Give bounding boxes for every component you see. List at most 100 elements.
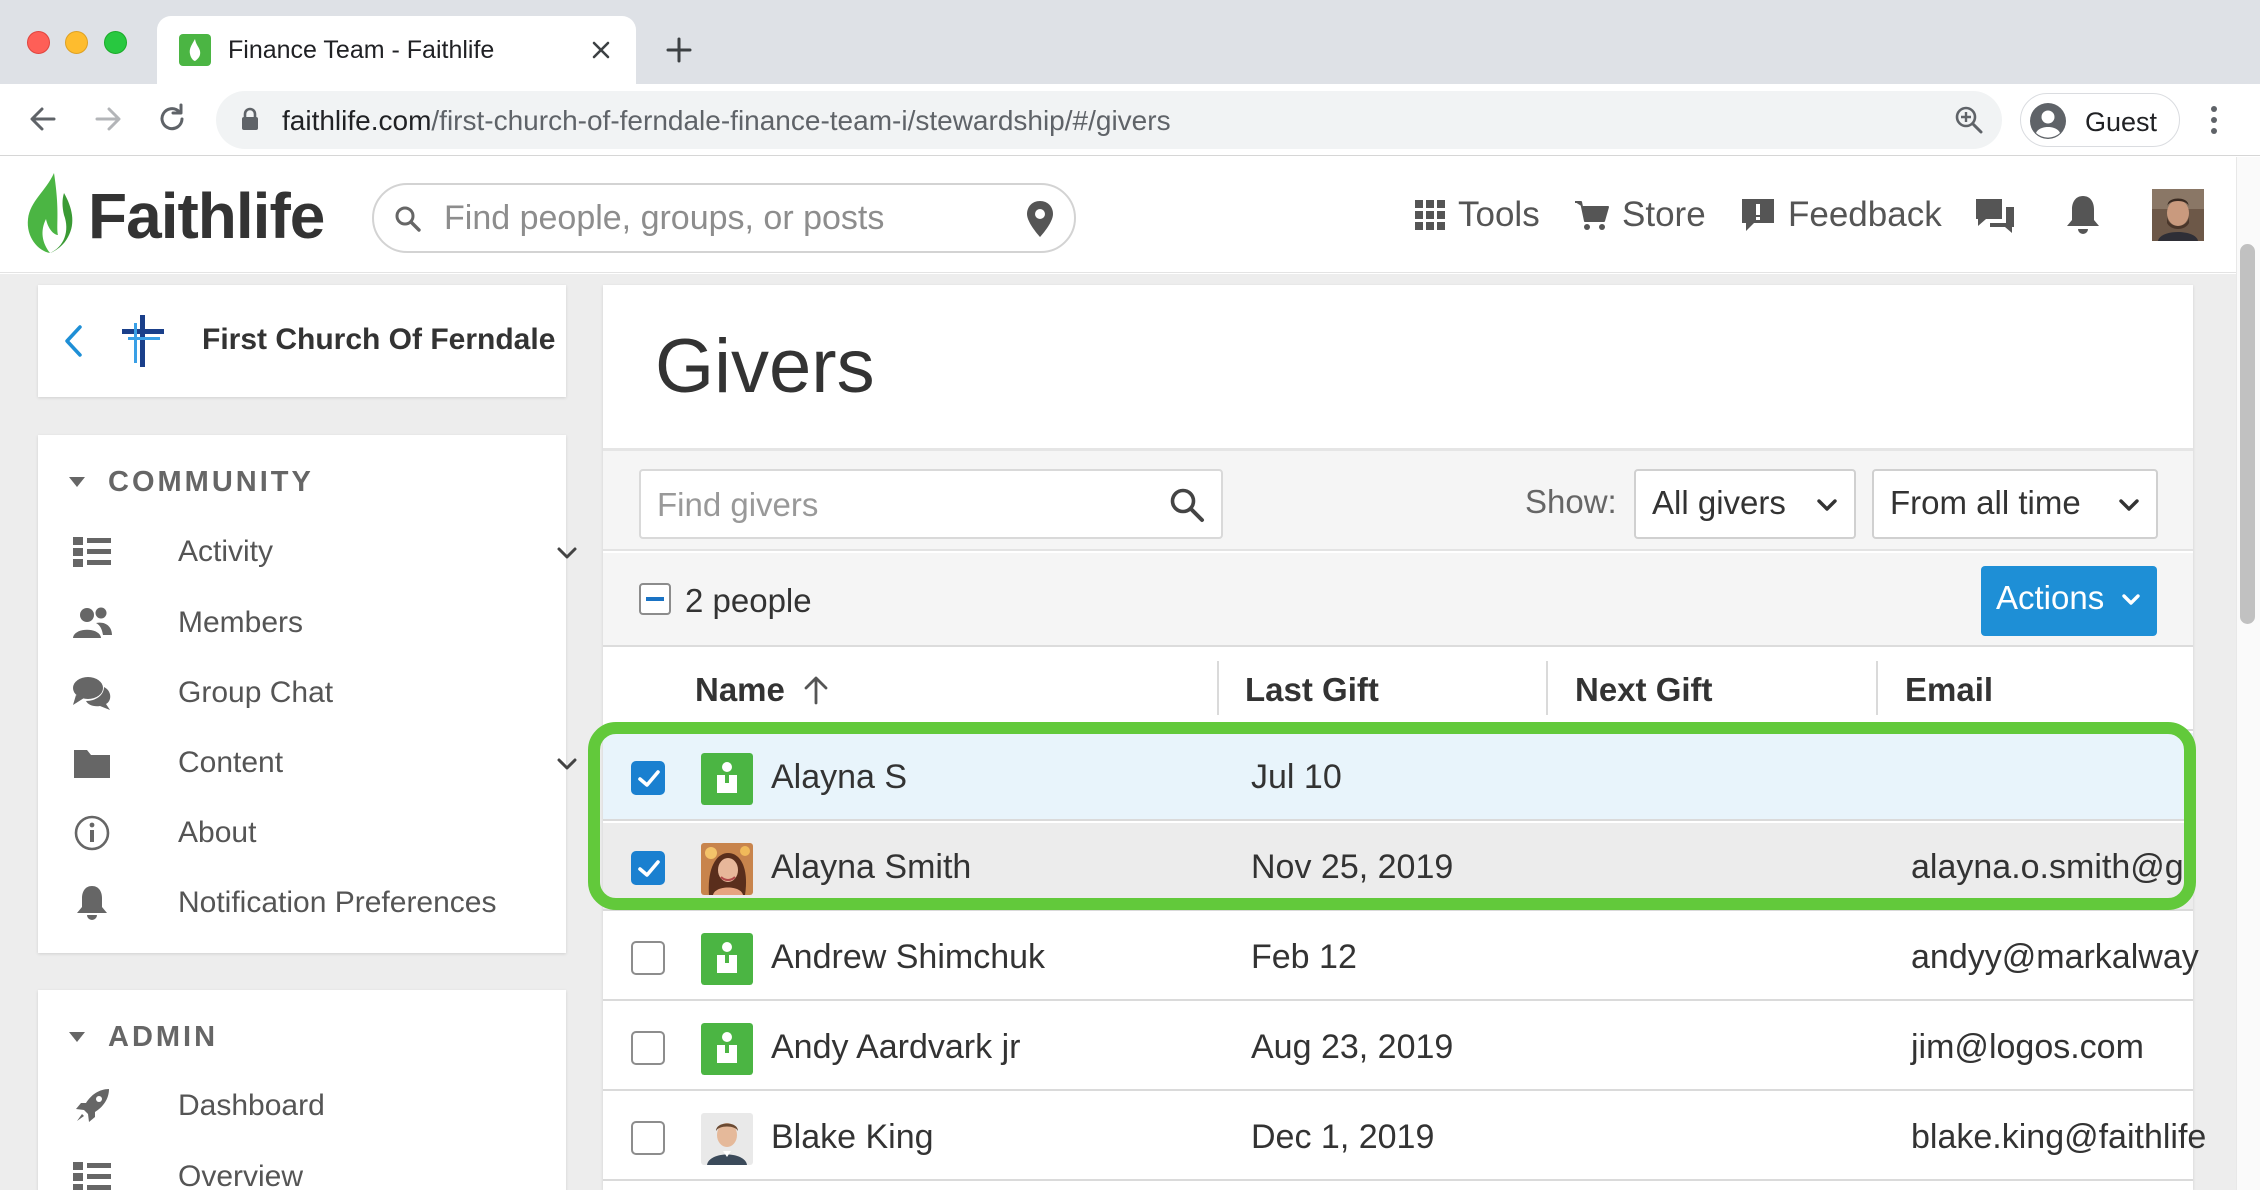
group-name[interactable]: First Church Of Ferndale [202,323,555,357]
giver-name[interactable]: Andy Aardvark jr [771,1028,1020,1067]
store-nav-link[interactable]: Store [1574,193,1706,237]
page-title: Givers [655,324,875,409]
overview-icon [72,1157,112,1190]
default-avatar-icon [701,933,753,985]
back-arrow-icon[interactable] [26,102,60,136]
page-scrollbar-thumb[interactable] [2240,244,2255,624]
row-checkbox[interactable] [631,761,665,795]
user-photo-avatar [701,843,753,895]
column-header-last-gift[interactable]: Last Gift [1245,671,1379,709]
givers-filter-dropdown[interactable]: All givers [1634,469,1856,539]
giver-name[interactable]: Alayna Smith [771,848,971,887]
table-row[interactable]: Andrew Shimchuk Feb 12 andyy@markalway [603,913,2199,1001]
sidebar-item-members[interactable]: Members [72,599,552,647]
expand-chevron-icon[interactable] [556,753,578,775]
rocket-icon [72,1086,112,1126]
address-bar[interactable]: faithlife.com/first-church-of-ferndale-f… [216,91,2002,149]
faithlife-logo[interactable]: Faithlife [88,179,325,253]
giver-name[interactable]: Alayna S [771,758,907,797]
sort-ascending-icon[interactable] [803,675,829,705]
row-checkbox[interactable] [631,941,665,975]
zoom-icon[interactable] [1954,105,1984,135]
store-label: Store [1622,195,1706,234]
forward-arrow-icon[interactable] [91,102,125,136]
search-icon[interactable] [1169,487,1205,523]
faithlife-flame-icon[interactable] [24,171,76,255]
notifications-bell-icon[interactable] [2064,193,2102,237]
giver-email: andyy@markalway [1911,938,2199,976]
column-header-name[interactable]: Name [695,671,785,709]
new-tab-icon[interactable] [665,36,693,64]
window-minimize-button[interactable] [65,31,88,54]
browser-tab-active[interactable]: Finance Team - Faithlife [157,16,636,84]
sidebar-item-overview[interactable]: Overview [72,1153,552,1190]
tab-close-icon[interactable] [589,38,613,62]
sidebar-item-about[interactable]: About [72,809,552,857]
back-chevron-icon[interactable] [60,323,88,359]
window-zoom-button[interactable] [104,31,127,54]
feedback-nav-link[interactable]: Feedback [1740,193,1942,237]
site-search-box [372,183,1076,253]
site-search-input[interactable] [444,197,984,239]
user-avatar[interactable] [2152,189,2204,241]
user-photo-avatar [701,1113,753,1165]
tools-label: Tools [1458,195,1540,234]
row-checkbox[interactable] [631,1031,665,1065]
time-filter-value: From all time [1890,484,2081,521]
sidebar-item-label: Group Chat [178,676,334,709]
sidebar-item-label: Content [178,746,284,779]
chat-icon [72,673,112,713]
sidebar-item-dashboard[interactable]: Dashboard [72,1082,552,1130]
window-close-button[interactable] [27,31,50,54]
sidebar-item-group-chat[interactable]: Group Chat [72,669,552,717]
community-section-toggle[interactable]: COMMUNITY [68,462,314,502]
url-host: faithlife.com [282,105,432,136]
default-avatar-icon [701,1023,753,1075]
giver-email: blake.king@faithlife [1911,1118,2207,1156]
table-row[interactable]: Andy Aardvark jr Aug 23, 2019 jim@logos.… [603,1003,2193,1091]
sidebar-item-content[interactable]: Content [72,739,577,787]
reload-icon[interactable] [155,102,189,136]
activity-icon [72,532,112,572]
givers-filter-value: All givers [1652,484,1786,521]
browser-toolbar: faithlife.com/first-church-of-ferndale-f… [0,84,2260,156]
admin-menu-card: ADMIN Dashboard Overview [38,990,566,1190]
browser-menu-icon[interactable] [2200,104,2228,136]
row-checkbox[interactable] [631,851,665,885]
column-separator[interactable] [1217,661,1219,715]
table-row[interactable]: Alayna S Jul 10 [603,733,2193,821]
actions-button[interactable]: Actions [1981,566,2157,636]
chevron-down-icon [2118,497,2140,515]
sidebar-item-label: About [178,816,257,849]
select-all-checkbox[interactable] [639,583,671,615]
giver-name[interactable]: Blake King [771,1118,934,1157]
caret-down-icon [69,477,85,487]
admin-section-toggle[interactable]: ADMIN [68,1017,218,1057]
column-separator[interactable] [1546,661,1548,715]
column-separator[interactable] [1876,661,1878,715]
column-header-email[interactable]: Email [1905,671,1993,709]
filters-bar: Show: All givers From all time [603,451,2193,551]
feedback-icon [1742,199,1774,231]
sidebar-item-activity[interactable]: Activity [72,528,577,576]
giver-name[interactable]: Andrew Shimchuk [771,938,1045,977]
column-header-next-gift[interactable]: Next Gift [1575,671,1713,709]
messages-icon[interactable] [1972,195,2018,237]
sidebar-item-notification-preferences[interactable]: Notification Preferences [72,879,552,927]
table-row[interactable]: Blake King Dec 1, 2019 blake.king@faithl… [603,1093,2206,1181]
tools-nav-link[interactable]: Tools [1414,193,1540,237]
find-givers-input[interactable] [657,483,1137,527]
profile-button[interactable]: Guest [2020,93,2180,147]
selection-bar: 2 people Actions [603,553,2193,647]
location-pin-icon[interactable] [1024,199,1056,239]
table-row[interactable]: Alayna Smith Nov 25, 2019 alayna.o.smith… [603,823,2193,911]
sidebar-item-label: Activity [178,535,274,568]
site-header: Faithlife Tools Store Feedback [0,157,2236,273]
expand-chevron-icon[interactable] [556,542,578,564]
find-givers-box [639,469,1223,539]
time-filter-dropdown[interactable]: From all time [1872,469,2158,539]
caret-down-icon [69,1032,85,1042]
last-gift-date: Feb 12 [1251,938,1357,976]
profile-label: Guest [2085,107,2158,137]
row-checkbox[interactable] [631,1121,665,1155]
